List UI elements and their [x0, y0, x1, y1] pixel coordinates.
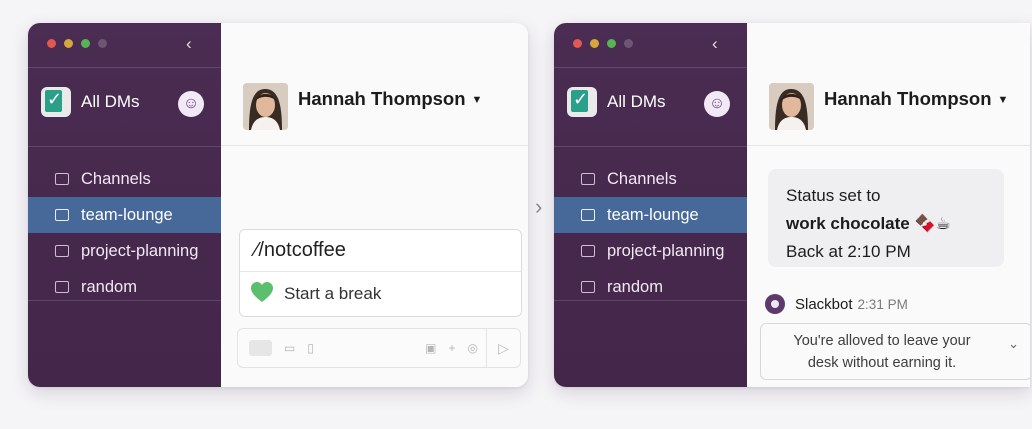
status-line-1: Status set to: [786, 186, 881, 205]
avatar[interactable]: [243, 83, 288, 130]
back-chevron-icon[interactable]: ‹: [186, 34, 192, 54]
bot-message-line-2: desk without earning it.: [807, 355, 957, 371]
sidebar-item-label: random: [81, 277, 137, 296]
sidebar-item-label: Channels: [81, 169, 151, 188]
sidebar-item-project-planning[interactable]: project-planning: [28, 233, 221, 269]
divider: [28, 300, 221, 301]
sidebar: ‹ ✓ All DMs ☺ Channels team-lounge proje…: [554, 23, 747, 387]
bot-message-line-1: You're alloved to leave your: [793, 333, 971, 349]
status-text: work chocolate 🍫☕: [786, 214, 951, 233]
divider: [554, 146, 747, 147]
sidebar-item-label: project-planning: [607, 241, 725, 260]
green-heart-icon: [250, 281, 274, 308]
conversation-pane: Hannah Thompson ▼ Status set to work choc…: [747, 23, 1030, 387]
arrow-right-icon: ›: [535, 194, 543, 219]
sidebar: ‹ ✓ All DMs ☺ Channels team-lounge proje…: [28, 23, 221, 387]
divider: [28, 67, 221, 68]
conversation-title[interactable]: Hannah Thompson ▼: [824, 88, 1008, 110]
close-window-button[interactable]: [47, 39, 56, 48]
workspace-switcher[interactable]: ✓ All DMs: [41, 87, 140, 117]
mail-icon: [55, 173, 69, 185]
bot-message: You're alloved to leave your desk withou…: [760, 323, 1030, 380]
sidebar-item-label: project-planning: [81, 241, 199, 260]
message-composer[interactable]: ▭ ▯ ▣ + ◎ ▷: [237, 328, 521, 368]
divider: [554, 67, 747, 68]
conversation-header: Hannah Thompson ▼: [747, 23, 1030, 146]
sidebar-item-team-lounge[interactable]: team-lounge: [28, 197, 221, 233]
sidebar-item-channels[interactable]: Channels: [28, 161, 221, 197]
screen-icon[interactable]: ▭: [284, 341, 295, 355]
workspace-title: All DMs: [81, 92, 140, 111]
slack-window-left: ‹ ✓ All DMs ☺ Channels team-lounge proje…: [28, 23, 528, 387]
workspace-title: All DMs: [607, 92, 666, 111]
emoji-icon[interactable]: ◎: [468, 341, 478, 355]
sidebar-nav: Channels team-lounge project-planning ra…: [28, 161, 221, 305]
divider: [554, 300, 747, 301]
minimize-window-button[interactable]: [590, 39, 599, 48]
chevron-down-icon[interactable]: ⌄: [1008, 333, 1019, 355]
bot-name[interactable]: Slackbot: [795, 296, 853, 313]
slack-window-right: ‹ ✓ All DMs ☺ Channels team-lounge proje…: [554, 23, 1030, 387]
maximize-window-button[interactable]: [607, 39, 616, 48]
info-icon[interactable]: ▯: [307, 341, 314, 355]
window-extra-dot: [624, 39, 633, 48]
plus-icon[interactable]: +: [449, 341, 456, 355]
sidebar-item-label: team-lounge: [81, 205, 173, 224]
avatar[interactable]: [769, 83, 814, 130]
sidebar-item-label: team-lounge: [607, 205, 699, 224]
format-toggle-icon[interactable]: [249, 340, 272, 356]
smiley-icon[interactable]: ☺: [178, 91, 204, 117]
smiley-icon[interactable]: ☺: [704, 91, 730, 117]
attach-icon[interactable]: ▣: [425, 341, 436, 355]
maximize-window-button[interactable]: [81, 39, 90, 48]
suggestion-label: Start a break: [284, 284, 382, 303]
sidebar-nav: Channels team-lounge project-planning ra…: [554, 161, 747, 305]
back-chevron-icon[interactable]: ‹: [712, 34, 718, 54]
sidebar-item-channels[interactable]: Channels: [554, 161, 747, 197]
window-controls: [47, 39, 107, 48]
sidebar-item-project-planning[interactable]: project-planning: [554, 233, 747, 269]
slash-command-popup: ⁄/notcoffee Start a break: [239, 229, 522, 317]
workspace-logo-icon: ✓: [567, 87, 597, 117]
workspace-switcher[interactable]: ✓ All DMs: [567, 87, 666, 117]
status-return-time: Back at 2:10 PM: [786, 242, 911, 261]
window-controls: [573, 39, 633, 48]
slackbot-icon: [765, 294, 785, 314]
conversation-pane: Hannah Thompson ▼ ⁄/notcoffee Start a bre…: [221, 23, 528, 387]
caret-down-icon: ▼: [997, 94, 1009, 106]
minimize-window-button[interactable]: [64, 39, 73, 48]
conversation-header: Hannah Thompson ▼: [221, 23, 528, 146]
smile-channel-icon: [55, 281, 69, 293]
conversation-title[interactable]: Hannah Thompson ▼: [298, 88, 482, 110]
mail-icon: [581, 173, 595, 185]
command-input[interactable]: ⁄/notcoffee: [240, 230, 521, 272]
workspace-logo-icon: ✓: [41, 87, 71, 117]
sidebar-item-label: random: [607, 277, 663, 296]
contact-name: Hannah Thompson: [824, 88, 992, 109]
window-extra-dot: [98, 39, 107, 48]
list-icon: [581, 245, 595, 257]
divider: [28, 146, 221, 147]
channel-icon: [581, 209, 595, 221]
channel-icon: [55, 209, 69, 221]
suggestion-start-break[interactable]: Start a break: [240, 272, 521, 316]
smile-channel-icon: [581, 281, 595, 293]
bot-message-header: Slackbot 2:31 PM: [765, 294, 908, 314]
message-timestamp: 2:31 PM: [857, 296, 908, 312]
list-icon: [55, 245, 69, 257]
sidebar-item-team-lounge[interactable]: team-lounge: [554, 197, 747, 233]
sidebar-item-label: Channels: [607, 169, 677, 188]
close-window-button[interactable]: [573, 39, 582, 48]
status-card: Status set to work chocolate 🍫☕ Back at …: [768, 169, 1004, 267]
caret-down-icon: ▼: [471, 94, 483, 106]
contact-name: Hannah Thompson: [298, 88, 466, 109]
send-icon[interactable]: ▷: [486, 329, 520, 367]
